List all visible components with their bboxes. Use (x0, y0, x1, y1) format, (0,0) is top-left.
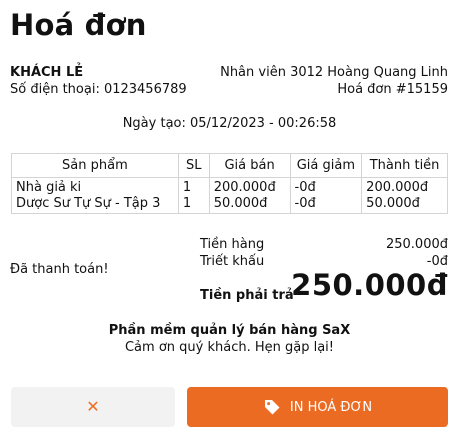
payment-status: Đã thanh toán! (10, 262, 109, 277)
subtotal-label: Tiền hàng (200, 237, 265, 252)
total-label: Tiền phải trả (200, 288, 294, 303)
invoice-number: Hoá đơn #15159 (337, 82, 448, 97)
customer-info: KHÁCH LẺ Số điện thoại: 0123456789 (10, 64, 187, 98)
header-discount: Giá giảm (289, 153, 363, 178)
table-row: Dược Sư Tự Sự - Tập 3 1 50.000đ -0đ 50.0… (12, 195, 448, 214)
subtotal-value: 250.000đ (385, 237, 448, 252)
header-total: Thành tiền (361, 153, 448, 178)
discount-value: -0đ (426, 254, 448, 269)
print-invoice-label: IN HOÁ ĐƠN (289, 399, 373, 415)
cancel-button[interactable]: ✕ (11, 387, 175, 427)
cell-quantity: 1 (177, 177, 210, 196)
cell-total: 50.000đ (361, 195, 448, 214)
cell-discount: -0đ (289, 195, 362, 214)
customer-name: KHÁCH LẺ (10, 65, 84, 80)
print-invoice-button[interactable]: IN HOÁ ĐƠN (187, 387, 448, 427)
created-date: Ngày tạo: 05/12/2023 - 00:26:58 (122, 116, 337, 131)
tag-icon (264, 400, 280, 415)
header-quantity: SL (177, 153, 210, 178)
footer-brand: Phần mềm quản lý bán hàng SaX (108, 323, 351, 338)
total-value: 250.000đ (291, 268, 448, 302)
cell-quantity: 1 (177, 195, 210, 214)
header-product: Sản phẩm (11, 153, 179, 178)
footer-thanks: Cảm ơn quý khách. Hẹn gặp lại! (124, 340, 334, 355)
discount-label: Triết khấu (200, 254, 265, 269)
customer-phone: Số điện thoại: 0123456789 (10, 82, 187, 97)
table-header-row: Sản phẩm SL Giá bán Giá giảm Thành tiền (11, 153, 448, 178)
staff-name: Nhân viên 3012 Hoàng Quang Linh (220, 65, 448, 80)
close-icon: ✕ (86, 399, 100, 416)
table-row: Nhà giả ki 1 200.000đ -0đ 200.000đ (12, 177, 448, 196)
header-price: Giá bán (208, 153, 291, 178)
items-table: Sản phẩm SL Giá bán Giá giảm Thành tiền … (11, 153, 448, 214)
invoice-info: Nhân viên 3012 Hoàng Quang Linh Hoá đơn … (220, 64, 448, 98)
cell-price: 50.000đ (208, 195, 291, 214)
cell-price: 200.000đ (208, 177, 291, 196)
cell-product: Nhà giả ki (16, 180, 82, 196)
cell-discount: -0đ (289, 177, 362, 196)
cell-product: Dược Sư Tự Sự - Tập 3 (16, 195, 161, 211)
page-title: Hoá đơn (10, 8, 147, 42)
cell-total: 200.000đ (361, 177, 448, 196)
